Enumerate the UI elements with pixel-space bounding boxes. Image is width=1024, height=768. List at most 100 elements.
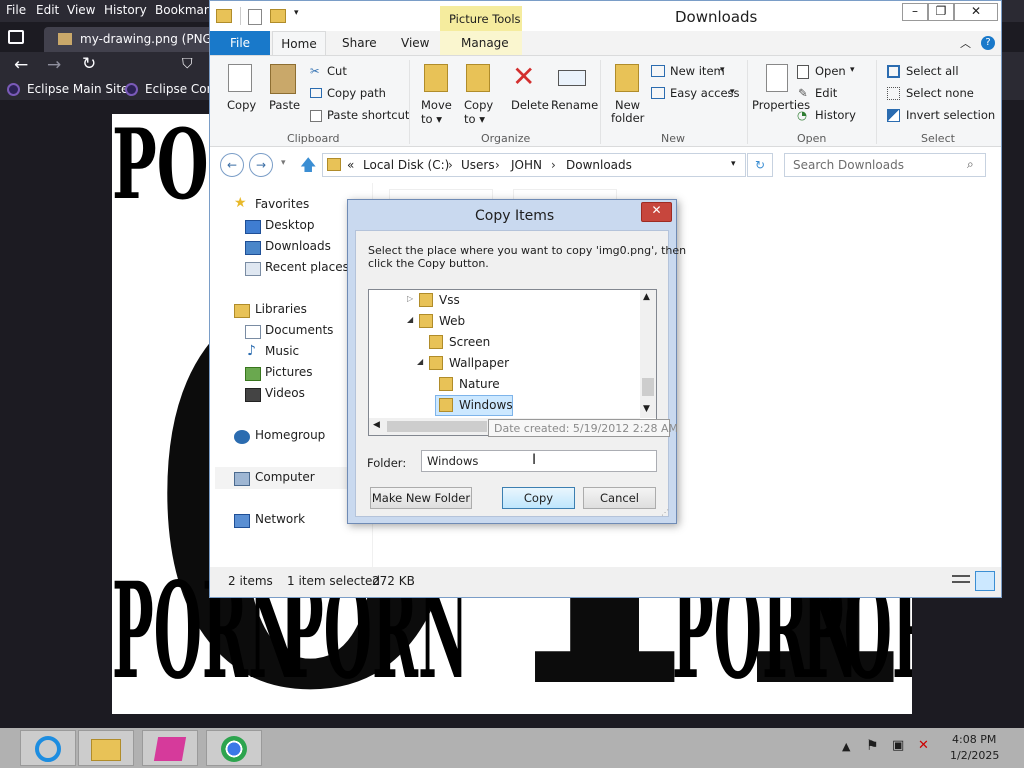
- tree-node-nature[interactable]: Nature: [369, 374, 641, 395]
- rename-button[interactable]: Rename: [551, 98, 598, 112]
- new-folder-button-line2[interactable]: folder: [611, 111, 644, 125]
- address-bar[interactable]: « Local Disk (C:) › Users › JOHN › Downl…: [322, 153, 746, 177]
- select-all-button[interactable]: Select all: [906, 64, 959, 78]
- cut-button[interactable]: Cut: [327, 64, 347, 78]
- clock-date[interactable]: 1/2/2025: [950, 749, 999, 762]
- tab-overview-icon[interactable]: [8, 30, 24, 44]
- crumb-john[interactable]: JOHN: [511, 158, 542, 172]
- address-dropdown-icon[interactable]: ▾: [731, 159, 736, 169]
- crumb-overflow[interactable]: «: [347, 158, 354, 172]
- new-folder-qa-icon[interactable]: [270, 9, 286, 23]
- menu-history[interactable]: History: [104, 3, 147, 17]
- copy-button[interactable]: Copy: [227, 98, 256, 112]
- cancel-button[interactable]: Cancel: [583, 487, 656, 509]
- folder-input[interactable]: Windows Ι: [421, 450, 657, 472]
- qa-dropdown-icon[interactable]: ▾: [294, 8, 299, 18]
- details-view-icon[interactable]: [952, 572, 970, 590]
- up-button[interactable]: 🡅: [300, 154, 316, 181]
- shield-icon[interactable]: ⛉: [182, 56, 193, 72]
- crumb-downloads[interactable]: Downloads: [566, 158, 632, 172]
- delete-button[interactable]: Delete: [511, 98, 549, 112]
- clock-time[interactable]: 4:08 PM: [952, 733, 996, 746]
- scroll-down-icon[interactable]: ▼: [643, 404, 650, 414]
- tree-node-wallpaper[interactable]: ◢ Wallpaper: [369, 353, 641, 374]
- tab-view[interactable]: View: [401, 36, 429, 50]
- tree-node-windows[interactable]: Windows: [435, 395, 513, 416]
- menu-view[interactable]: View: [67, 3, 95, 17]
- dialog-close-button[interactable]: ✕: [641, 202, 672, 222]
- tree-expand-icon[interactable]: ▷: [407, 294, 413, 303]
- nav-videos[interactable]: Videos: [265, 386, 305, 400]
- nav-desktop[interactable]: Desktop: [265, 218, 315, 232]
- close-button[interactable]: ✕: [954, 3, 998, 21]
- nav-pictures[interactable]: Pictures: [265, 365, 313, 379]
- scroll-up-icon[interactable]: ▲: [643, 292, 650, 302]
- paste-shortcut-button[interactable]: Paste shortcut: [327, 108, 409, 122]
- back-button[interactable]: ←: [220, 153, 244, 177]
- tab-file[interactable]: File: [210, 31, 270, 55]
- ie-button[interactable]: [20, 730, 76, 766]
- network-icon[interactable]: ▣: [892, 738, 904, 753]
- back-icon[interactable]: ←: [14, 55, 28, 75]
- select-none-button[interactable]: Select none: [906, 86, 974, 100]
- copy-path-button[interactable]: Copy path: [327, 86, 386, 100]
- refresh-button[interactable]: ↻: [747, 153, 773, 177]
- nav-downloads[interactable]: Downloads: [265, 239, 331, 253]
- large-icons-view-icon[interactable]: [975, 571, 995, 591]
- forward-button[interactable]: →: [249, 153, 273, 177]
- nav-computer[interactable]: Computer: [255, 470, 315, 484]
- nav-libraries[interactable]: Libraries: [255, 302, 307, 316]
- app-button[interactable]: [142, 730, 198, 766]
- properties-qa-icon[interactable]: [248, 9, 262, 25]
- bookmark-eclipse-main[interactable]: Eclipse Main Site: [27, 82, 128, 96]
- scroll-thumb[interactable]: [642, 378, 654, 396]
- move-to-button[interactable]: Move to ▾: [421, 98, 452, 126]
- nav-documents[interactable]: Documents: [265, 323, 333, 337]
- crumb-users[interactable]: Users: [461, 158, 495, 172]
- tree-node-screen[interactable]: Screen: [369, 332, 641, 353]
- tab-share[interactable]: Share: [342, 36, 377, 50]
- file-explorer-button[interactable]: [78, 730, 134, 766]
- chrome-button[interactable]: [206, 730, 262, 766]
- nav-favorites[interactable]: Favorites: [255, 197, 309, 211]
- nav-homegroup[interactable]: Homegroup: [255, 428, 325, 442]
- volume-muted-icon[interactable]: ✕: [918, 738, 929, 753]
- minimize-button[interactable]: –: [902, 3, 928, 21]
- search-box[interactable]: Search Downloads ⌕: [784, 153, 986, 177]
- make-new-folder-button[interactable]: Make New Folder: [370, 487, 472, 509]
- forward-icon[interactable]: →: [47, 55, 61, 75]
- crumb-local-disk[interactable]: Local Disk (C:): [363, 158, 449, 172]
- flag-icon[interactable]: ⚑: [866, 738, 879, 754]
- invert-selection-button[interactable]: Invert selection: [906, 108, 995, 122]
- tab-home[interactable]: Home: [272, 31, 326, 56]
- tree-node-vss[interactable]: ▷ Vss: [369, 290, 641, 311]
- maximize-button[interactable]: ❐: [928, 3, 954, 21]
- folder-tree[interactable]: ▷ Vss ◢ Web Screen ◢ Wallpaper Nature Wi…: [368, 289, 657, 436]
- new-item-button[interactable]: New item: [670, 64, 725, 78]
- scroll-left-icon[interactable]: ◀: [373, 420, 380, 430]
- nav-recent-places[interactable]: Recent places: [265, 260, 349, 274]
- history-button[interactable]: History: [815, 108, 856, 122]
- nav-music[interactable]: Music: [265, 344, 299, 358]
- tab-manage[interactable]: Manage: [461, 36, 509, 50]
- tree-vscrollbar[interactable]: ▲ ▼: [640, 290, 656, 418]
- recent-dropdown-icon[interactable]: ▾: [281, 158, 286, 168]
- open-button[interactable]: Open: [815, 64, 846, 78]
- copy-button[interactable]: Copy: [502, 487, 575, 509]
- copy-to-button[interactable]: Copy to ▾: [464, 98, 493, 126]
- reload-icon[interactable]: ↻: [82, 54, 96, 74]
- nav-network[interactable]: Network: [255, 512, 305, 526]
- tray-chevron-icon[interactable]: ▲: [842, 740, 850, 753]
- collapse-ribbon-icon[interactable]: ︿: [960, 35, 971, 51]
- scroll-thumb[interactable]: [387, 421, 487, 432]
- edit-button[interactable]: Edit: [815, 86, 837, 100]
- tree-collapse-icon[interactable]: ◢: [417, 357, 423, 366]
- tree-collapse-icon[interactable]: ◢: [407, 315, 413, 324]
- new-folder-button-line1[interactable]: New: [615, 98, 640, 112]
- tree-node-web[interactable]: ◢ Web: [369, 311, 641, 332]
- menu-edit[interactable]: Edit: [36, 3, 59, 17]
- resize-grip-icon[interactable]: ⋰: [661, 508, 669, 517]
- menu-file[interactable]: File: [6, 3, 26, 17]
- paste-button[interactable]: Paste: [269, 98, 300, 112]
- help-icon[interactable]: ?: [981, 36, 995, 50]
